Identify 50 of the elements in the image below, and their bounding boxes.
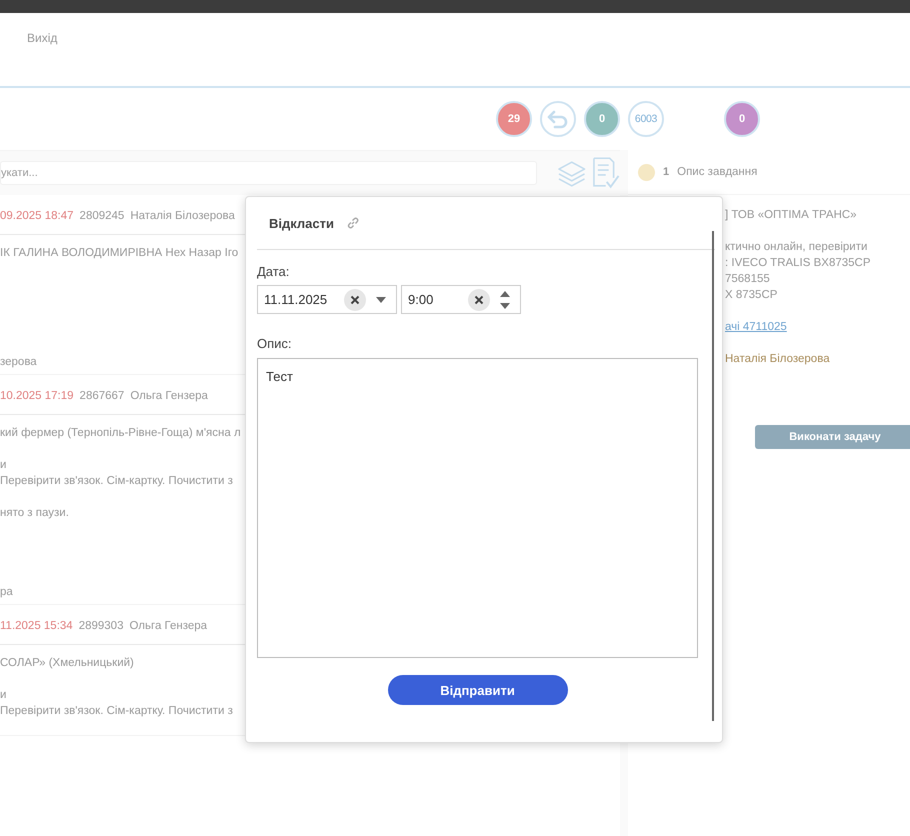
task-date: 11.2025 15:34: [0, 620, 73, 632]
logout-link[interactable]: Вихід: [27, 30, 58, 44]
clear-icon[interactable]: [344, 288, 366, 310]
step-number: 1: [663, 166, 670, 178]
task-date: 10.2025 17:19: [0, 390, 74, 402]
date-label: Дата:: [257, 264, 290, 281]
task-text: Перевірити зв'язок. Сім-картку. Почистити з: [0, 474, 233, 489]
task-author: Наталія Білозерова: [130, 210, 235, 222]
search-field[interactable]: укати...: [0, 161, 537, 185]
detail-text: 7568155: [725, 272, 770, 287]
date-field[interactable]: 11.11.2025: [257, 285, 397, 314]
spinner-icon[interactable]: [500, 290, 510, 308]
description-label: Опис:: [257, 336, 293, 353]
description-field[interactable]: Тест: [257, 358, 698, 658]
task-author: Ольга Гензера: [130, 390, 208, 402]
count-badge[interactable]: 6003: [628, 101, 664, 137]
task-author: зерова: [0, 356, 37, 368]
task-link[interactable]: ачі 4711025: [725, 319, 787, 335]
undo-button[interactable]: [540, 101, 576, 137]
count-badge[interactable]: 0: [584, 101, 620, 137]
task-text: СОЛАР» (Хмельницький): [0, 656, 134, 671]
task-text: кий фермер (Тернопіль-Рівне-Гоща) м'ясна л: [0, 426, 241, 441]
panel-title: Опис завдання: [677, 166, 758, 178]
link-icon[interactable]: [346, 216, 360, 230]
count-badge[interactable]: 0: [724, 101, 760, 137]
task-text: и: [0, 458, 6, 473]
task-date: 09.2025 18:47: [0, 210, 74, 222]
dialog-title: Відкласти: [269, 216, 334, 230]
dropdown-icon[interactable]: [376, 296, 386, 302]
task-number: 2809245: [80, 210, 124, 222]
task-text: нято з паузи.: [0, 506, 69, 521]
task-text: ІК ГАЛИНА ВОЛОДИМИРІВНА Нех Назар Іго: [0, 246, 238, 261]
complete-task-button[interactable]: Виконати задачу: [755, 425, 910, 449]
task-author: ра: [0, 586, 13, 598]
task-text: Перевірити зв'язок. Сім-картку. Почистити з: [0, 704, 233, 719]
checklist-icon[interactable]: [590, 156, 620, 190]
detail-author: Наталія Білозерова: [725, 352, 830, 367]
task-number: 2867667: [80, 390, 124, 402]
count-badge[interactable]: 29: [496, 101, 532, 137]
time-field[interactable]: 9:00: [401, 285, 521, 314]
submit-button[interactable]: Відправити: [388, 675, 568, 705]
task-text: и: [0, 688, 6, 703]
task-number: 2899303: [78, 620, 124, 632]
clear-icon[interactable]: [468, 288, 490, 310]
scrollbar[interactable]: [712, 231, 714, 721]
detail-text: ] ТОВ «ОПТІМА ТРАНС»: [725, 208, 857, 223]
detail-text: : IVECO TRALIS BX8735CP: [725, 256, 871, 271]
detail-text: X 8735CP: [725, 288, 778, 303]
task-author: Ольга Гензера: [129, 620, 208, 632]
detail-text: ктично онлайн, перевірити: [725, 240, 868, 255]
